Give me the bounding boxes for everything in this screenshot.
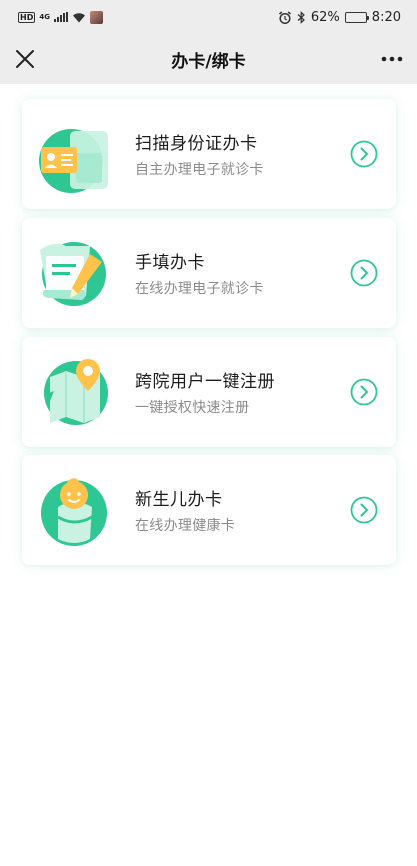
chevron-right-icon[interactable] — [350, 378, 378, 406]
chevron-right-icon[interactable] — [350, 259, 378, 287]
more-icon[interactable] — [379, 46, 405, 72]
signal-icon — [53, 12, 68, 22]
notification-avatar-icon — [89, 10, 103, 24]
chevron-right-icon[interactable] — [350, 496, 378, 524]
card-manual-fill[interactable]: 手填办卡 在线办理电子就诊卡 — [22, 218, 396, 328]
newborn-icon — [41, 478, 107, 546]
card-title: 扫描身份证办卡 — [135, 134, 258, 154]
card-subtitle: 在线办理健康卡 — [135, 518, 236, 534]
status-right: 62% 8:20 — [278, 10, 401, 25]
card-title: 手填办卡 — [135, 253, 205, 273]
battery-icon — [344, 11, 369, 23]
hd-badge: HD — [18, 11, 36, 23]
card-cross-hospital[interactable]: 跨院用户一键注册 一键授权快速注册 — [22, 337, 396, 447]
card-subtitle: 一键授权快速注册 — [135, 400, 250, 416]
status-left: HD 4G — [18, 10, 103, 24]
chevron-right-icon[interactable] — [350, 140, 378, 168]
network-type: 4G — [39, 13, 50, 21]
id-card-scan-icon — [39, 129, 108, 193]
page-title: 办卡/绑卡 — [171, 51, 246, 72]
clock-time: 8:20 — [371, 9, 401, 25]
form-pen-icon — [40, 242, 106, 306]
card-title: 跨院用户一键注册 — [135, 372, 275, 392]
alarm-icon — [278, 10, 291, 24]
status-bar: HD 4G 62% 8:20 — [0, 0, 417, 34]
wifi-icon — [72, 12, 85, 22]
close-icon[interactable] — [12, 46, 38, 72]
card-subtitle: 自主办理电子就诊卡 — [135, 162, 264, 178]
map-pin-icon — [44, 359, 108, 425]
card-title: 新生儿办卡 — [135, 490, 223, 510]
card-newborn[interactable]: 新生儿办卡 在线办理健康卡 — [22, 455, 396, 565]
battery-percent: 62% — [310, 9, 340, 25]
card-scan-id[interactable]: 扫描身份证办卡 自主办理电子就诊卡 — [22, 99, 396, 209]
card-subtitle: 在线办理电子就诊卡 — [135, 281, 264, 297]
nav-bar: 办卡/绑卡 — [0, 34, 417, 84]
bluetooth-icon — [297, 10, 305, 24]
